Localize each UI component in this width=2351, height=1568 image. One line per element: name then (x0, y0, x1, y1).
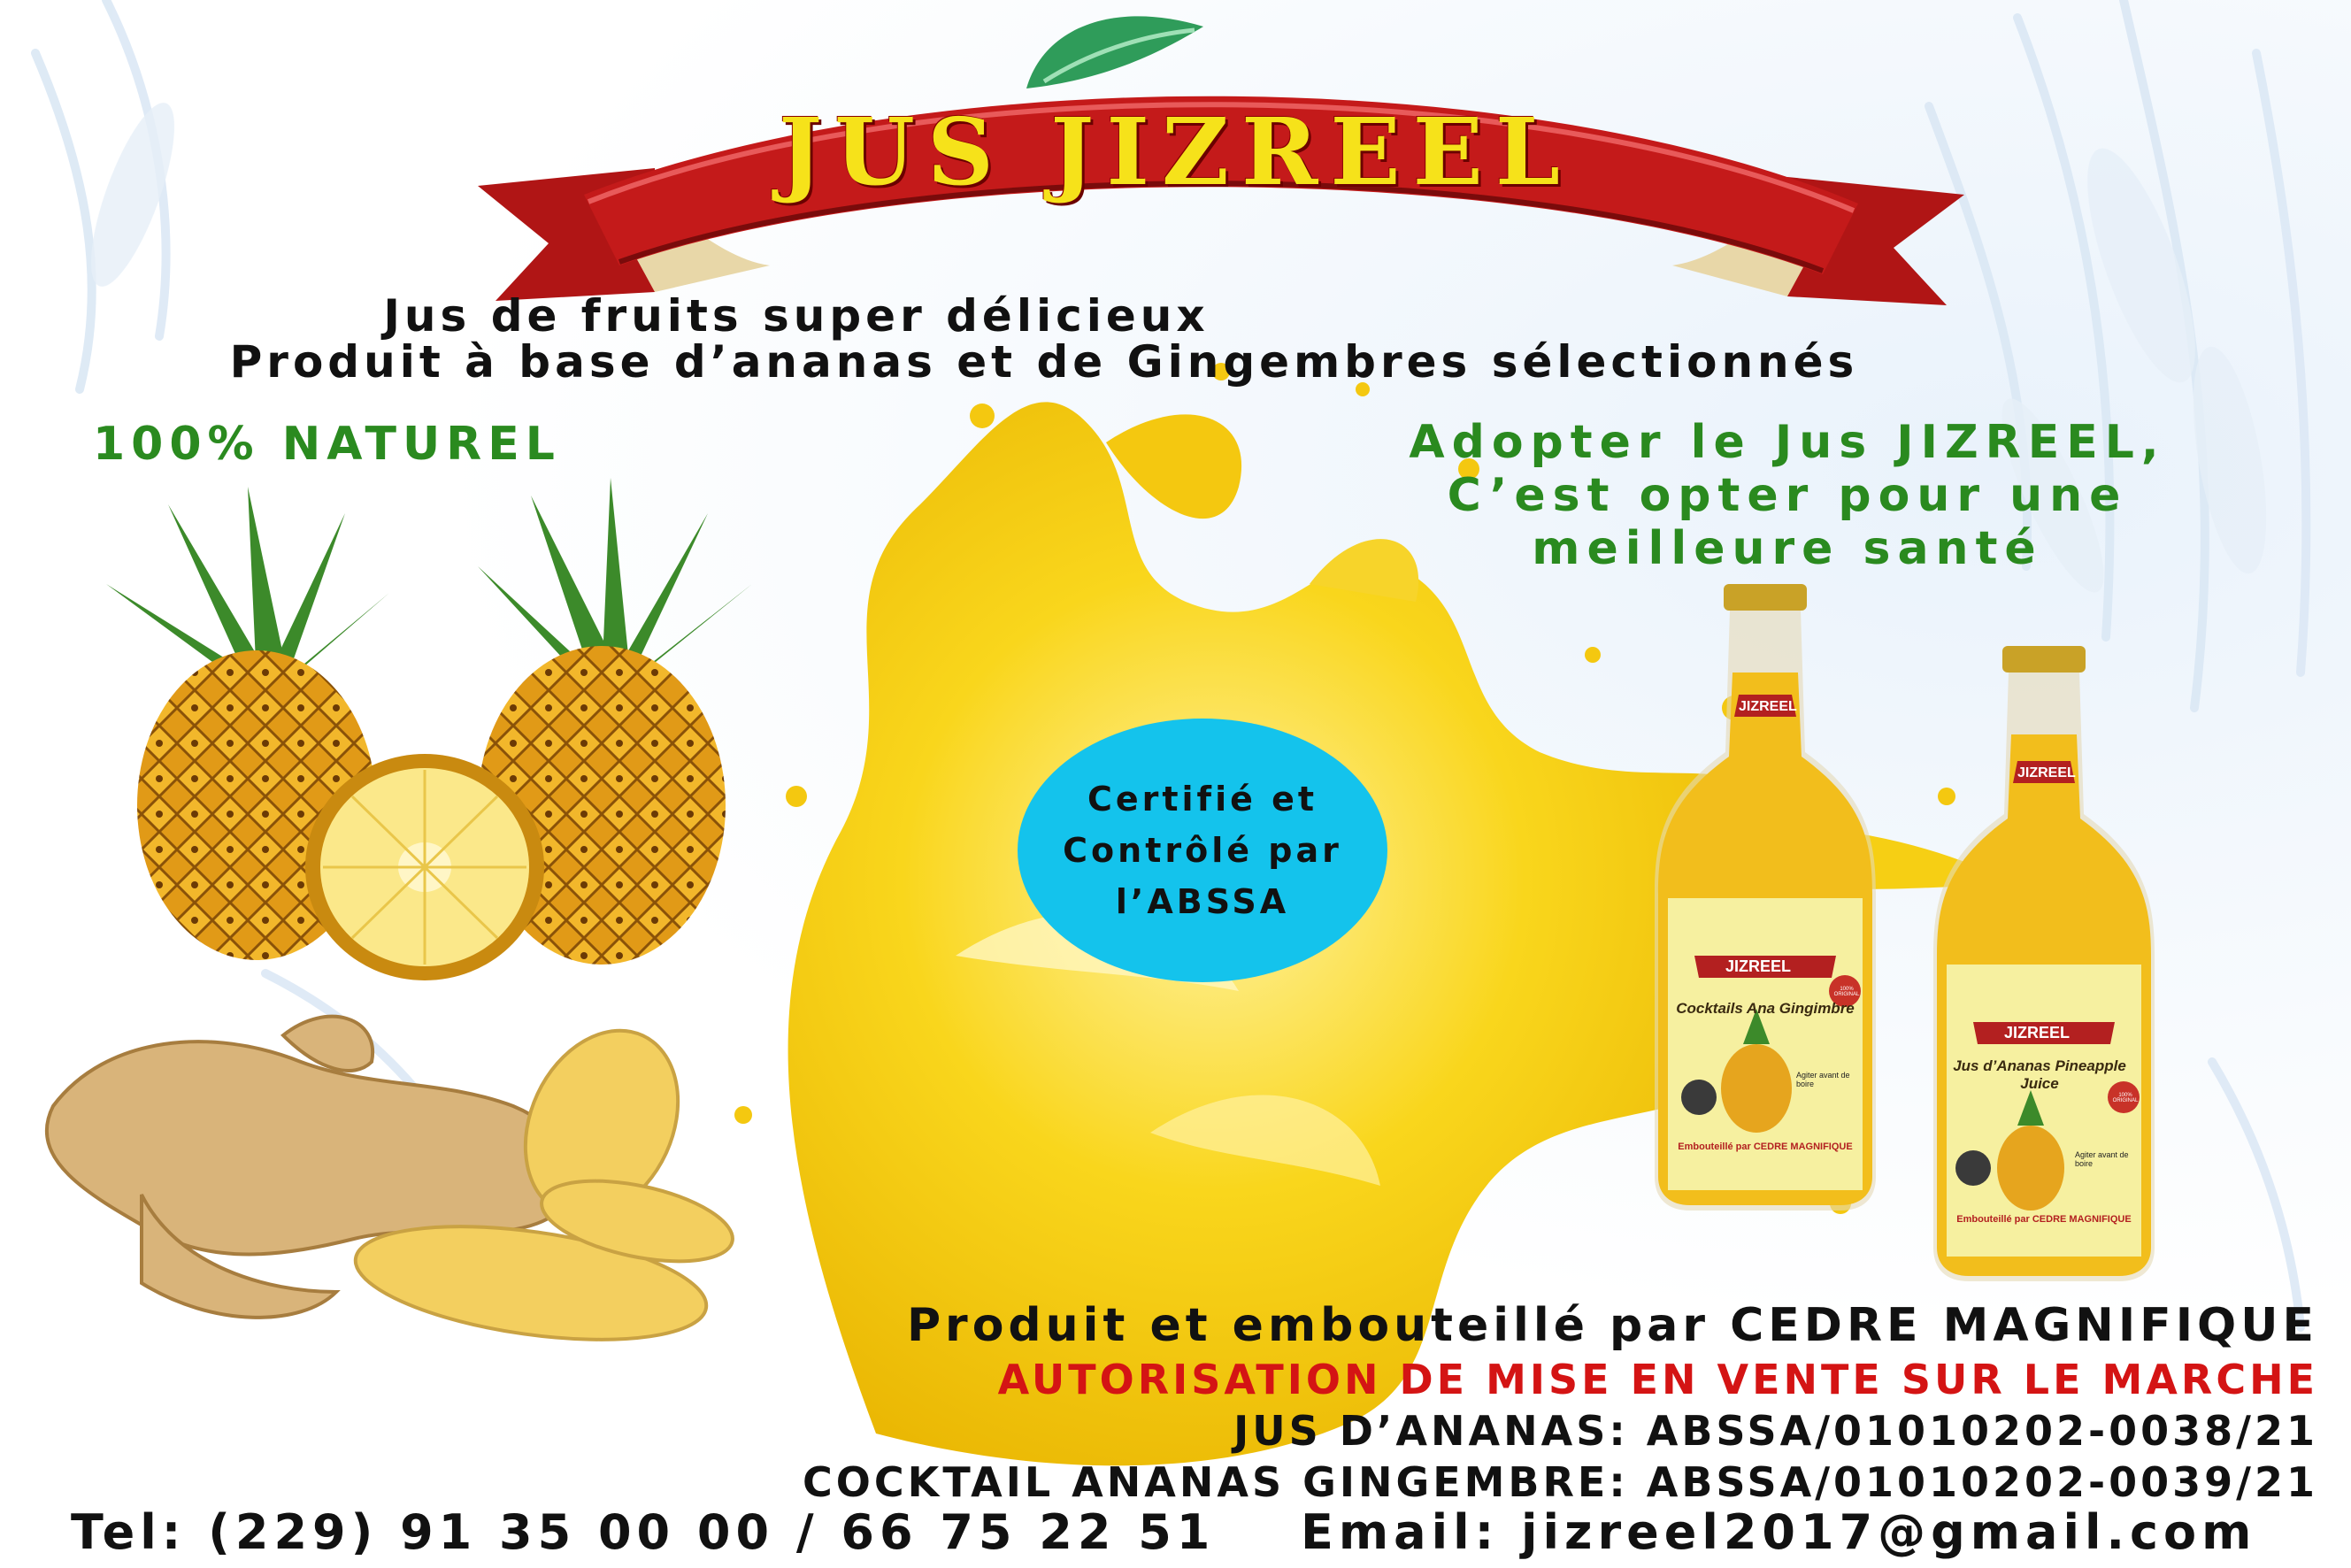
bottle-neck-label: JIZREEL (1739, 699, 1797, 714)
poster: JUS JIZREEL Jus de fruits super délicieu… (0, 0, 2351, 1568)
certification-line-2: Contrôlé par (1063, 831, 1342, 870)
bottle-neck-label: JIZREEL (2017, 765, 2076, 780)
health-claim-line-2: C’est opter pour une (1447, 469, 2128, 522)
health-claim-line-3: meilleure santé (1532, 522, 2043, 575)
contact-phone: Tel: (229) 91 35 00 00 / 66 75 22 51 (71, 1504, 1216, 1560)
bottle-product-name: Jus d’Ananas Pineapple Juice (1953, 1057, 2126, 1092)
brand-title: JUS JIZREEL (778, 97, 1573, 206)
bottle-brand-label: JIZREEL (2004, 1024, 2071, 1041)
bottle-seal: 100% ORIGINAL (1833, 987, 1860, 997)
bottle-seal: 100% ORIGINAL (2112, 1093, 2139, 1103)
producer-line: Produit et embouteillé par CEDRE MAGNIFI… (906, 1299, 2318, 1352)
natural-claim: 100% NATUREL (93, 418, 561, 471)
health-claim: Adopter le Jus JIZREEL, C’est opter pour… (1283, 416, 2292, 575)
bottle-bottler: Embouteillé par CEDRE MAGNIFIQUE (1678, 1141, 1853, 1152)
certification-badge: Certifié et Contrôlé par l’ABSSA (1018, 719, 1387, 982)
tagline-primary: Jus de fruits super délicieux (383, 290, 1210, 342)
bottle-product-name: Cocktails Ana Gingimbre (1676, 1000, 1855, 1017)
market-authorization: AUTORISATION DE MISE EN VENTE SUR LE MAR… (997, 1356, 2318, 1403)
ginger-root-icon (45, 1014, 734, 1341)
tagline-secondary: Produit à base d’ananas et de Gingembres… (229, 336, 1859, 388)
authorization-cocktail: COCKTAIL ANANAS GINGEMBRE: ABSSA/0101020… (803, 1458, 2318, 1506)
juice-bottle-cocktail: JIZREEL JIZREEL Cocktails Ana Gingimbre … (1655, 575, 1876, 1216)
pineapple-icon (106, 478, 752, 980)
certification-line-1: Certifié et (1087, 780, 1318, 819)
authorization-jus-ananas: JUS D’ANANAS: ABSSA/01010202-0038/21 (1233, 1407, 2318, 1455)
bottle-shake-note: Agiter avant de boire (2075, 1150, 2129, 1168)
juice-bottle-icon (1933, 646, 2155, 1281)
juice-bottle-icon (1655, 584, 1876, 1211)
pineapple-slice-icon (305, 754, 544, 980)
contact-email: Email: jizreel2017@gmail.com (1301, 1504, 2257, 1560)
bottle-bottler: Embouteillé par CEDRE MAGNIFIQUE (1956, 1214, 2132, 1225)
leaf-icon (1026, 16, 1203, 88)
bottle-brand-label: JIZREEL (1725, 957, 1792, 975)
bottle-shake-note: Agiter avant de boire (1796, 1071, 1850, 1088)
juice-bottle-pineapple: JIZREEL JIZREEL Jus d’Ananas Pineapple J… (1933, 637, 2155, 1287)
certification-line-3: l’ABSSA (1115, 882, 1290, 921)
health-claim-line-1: Adopter le Jus JIZREEL, (1409, 416, 2166, 469)
